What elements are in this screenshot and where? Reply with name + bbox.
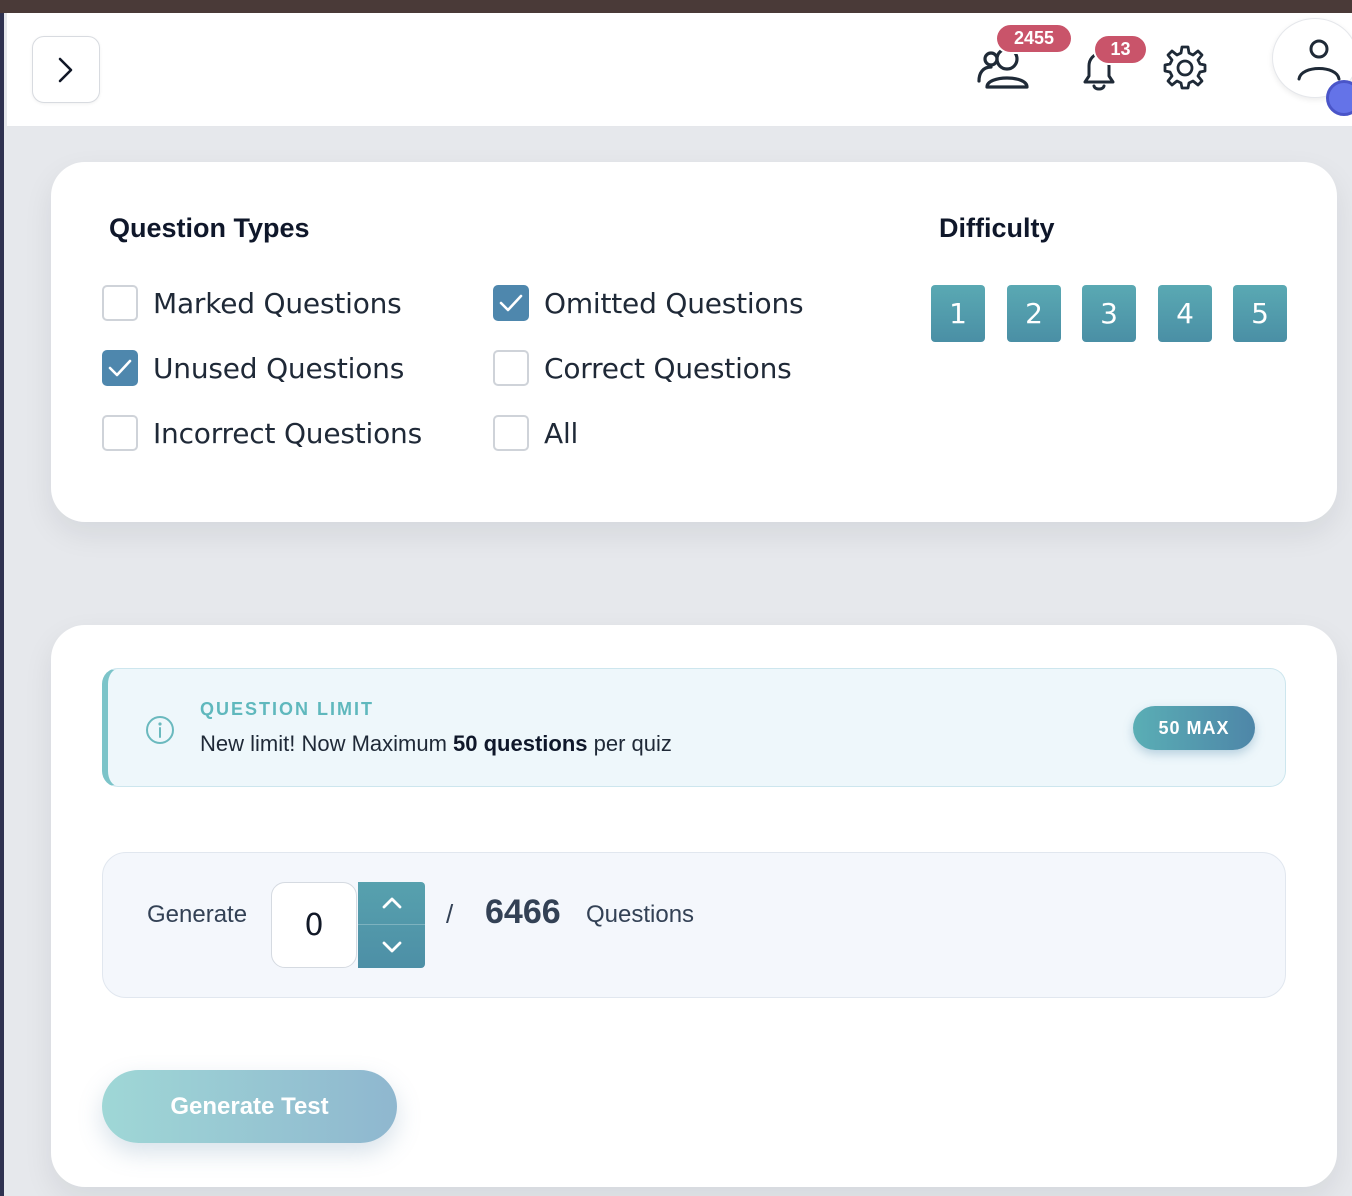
limit-text-suffix: per quiz: [587, 731, 672, 756]
checkbox[interactable]: [102, 285, 138, 321]
chevron-up-icon: [382, 897, 401, 909]
limit-text-bold: 50 questions: [453, 731, 588, 756]
gear-icon: [1163, 45, 1207, 90]
checkmark-icon: [499, 294, 523, 312]
sidebar-toggle-button[interactable]: [32, 36, 100, 103]
difficulty-level-4-button[interactable]: 4: [1158, 285, 1212, 342]
separator: /: [446, 899, 454, 929]
checkbox-checked[interactable]: [493, 285, 529, 321]
max-pill-badge: 50 MAX: [1133, 706, 1255, 750]
generate-label: Generate: [147, 901, 248, 928]
limit-title: QUESTION LIMIT: [200, 699, 374, 719]
generate-test-button[interactable]: Generate Test: [102, 1070, 397, 1143]
left-edge: [0, 13, 7, 1196]
option-unused-questions[interactable]: Unused Questions: [102, 350, 404, 386]
option-label: Marked Questions: [153, 286, 402, 320]
option-correct-questions[interactable]: Correct Questions: [493, 350, 792, 386]
option-label: Omitted Questions: [544, 286, 804, 320]
option-incorrect-questions[interactable]: Incorrect Questions: [102, 415, 422, 451]
questions-label: Questions: [586, 901, 695, 928]
limit-text-prefix: New limit! Now Maximum: [200, 731, 454, 756]
option-marked-questions[interactable]: Marked Questions: [102, 285, 402, 321]
decrement-button[interactable]: [358, 925, 425, 968]
limit-message: New limit! Now Maximum 50 questions per …: [200, 731, 672, 757]
top-header: 2455 13: [7, 13, 1352, 127]
question-limit-notice: QUESTION LIMIT New limit! Now Maximum 50…: [102, 668, 1286, 787]
checkbox-checked[interactable]: [102, 350, 138, 386]
option-all[interactable]: All: [493, 415, 578, 451]
window-top-strip: [0, 0, 1352, 13]
chevron-down-icon: [382, 941, 401, 952]
option-label: All: [544, 416, 579, 450]
option-label: Correct Questions: [544, 351, 792, 385]
increment-button[interactable]: [358, 882, 425, 925]
option-label: Incorrect Questions: [153, 416, 422, 450]
difficulty-level-2-button[interactable]: 2: [1007, 285, 1061, 342]
checkbox[interactable]: [493, 415, 529, 451]
users-count-badge: 2455: [997, 25, 1071, 52]
difficulty-level-1-button[interactable]: 1: [931, 285, 985, 342]
quantity-stepper: [358, 882, 425, 968]
generate-count-panel: Generate 0 / 6466 Questions: [102, 852, 1286, 998]
difficulty-title: Difficulty: [939, 213, 1055, 243]
question-count-input[interactable]: 0: [271, 882, 357, 968]
option-omitted-questions[interactable]: Omitted Questions: [493, 285, 804, 321]
question-types-title: Question Types: [109, 213, 310, 243]
info-icon: [146, 716, 174, 744]
checkbox[interactable]: [102, 415, 138, 451]
notifications-count-badge: 13: [1095, 36, 1146, 63]
checkmark-icon: [108, 359, 132, 377]
total-questions-count: 6466: [485, 893, 561, 931]
checkbox[interactable]: [493, 350, 529, 386]
settings-button[interactable]: [1161, 43, 1209, 91]
difficulty-level-3-button[interactable]: 3: [1082, 285, 1136, 342]
difficulty-level-5-button[interactable]: 5: [1233, 285, 1287, 342]
option-label: Unused Questions: [153, 351, 405, 385]
chevron-right-icon: [58, 57, 73, 82]
